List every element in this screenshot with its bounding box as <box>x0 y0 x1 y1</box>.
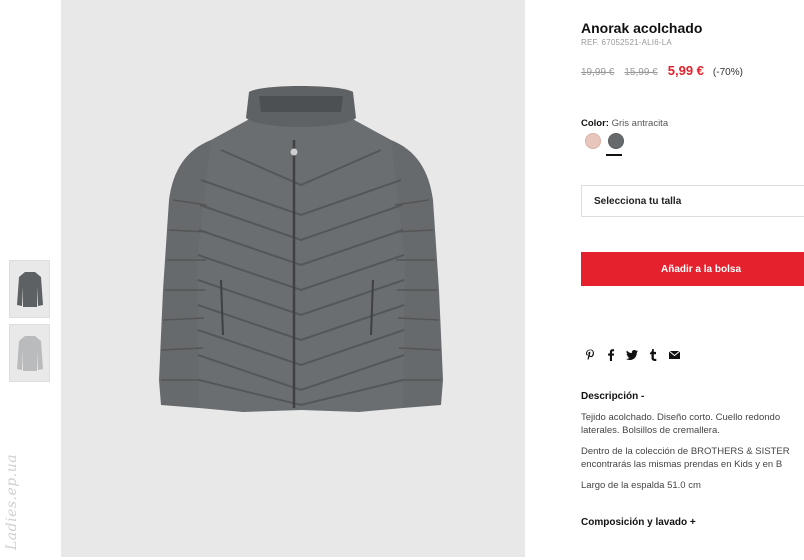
discount-badge: (-70%) <box>712 67 743 78</box>
color-value: Gris antracita <box>611 118 669 129</box>
description-line-4: encontrarás las mismas prendas en Kids y… <box>581 459 783 470</box>
product-ref: REF. 67052521-ALI6-LA <box>581 38 672 47</box>
tumblr-icon[interactable] <box>647 349 659 361</box>
thumbnail-light-jacket[interactable] <box>9 324 50 382</box>
selected-swatch-indicator <box>606 154 622 156</box>
description-line-3: Dentro de la colección de BROTHERS & SIS… <box>581 446 790 457</box>
current-price: 5,99 € <box>667 63 704 78</box>
size-select[interactable]: Selecciona tu talla <box>581 185 804 217</box>
product-image <box>61 0 525 557</box>
description-line-1: Tejido acolchado. Diseño corto. Cuello r… <box>581 412 781 423</box>
watermark: Ladies.ep.ua <box>4 453 20 550</box>
color-swatch-pink[interactable] <box>585 133 601 149</box>
color-label-row: Color: Gris antracita <box>581 118 668 129</box>
pinterest-icon[interactable] <box>584 349 596 361</box>
description-line-5: Largo de la espalda 51.0 cm <box>581 480 701 491</box>
description-title[interactable]: Descripción - <box>581 391 644 402</box>
add-to-bag-button[interactable]: Añadir a la bolsa <box>581 252 804 286</box>
twitter-icon[interactable] <box>626 349 638 361</box>
previous-price: 15,99 € <box>624 67 658 78</box>
mail-icon[interactable] <box>668 349 680 361</box>
thumbnail-list <box>9 260 50 388</box>
share-icons <box>584 349 680 361</box>
color-label: Color: <box>581 118 609 129</box>
facebook-icon[interactable] <box>605 349 617 361</box>
price-row: 19,99 € 15,99 € 5,99 € (-70%) <box>581 63 743 78</box>
thumbnail-dark-jacket[interactable] <box>9 260 50 318</box>
color-swatch-grey[interactable] <box>608 133 624 149</box>
product-title: Anorak acolchado <box>581 20 703 36</box>
description-line-2: laterales. Bolsillos de cremallera. <box>581 425 720 436</box>
composition-title[interactable]: Composición y lavado + <box>581 517 696 528</box>
original-price: 19,99 € <box>581 67 615 78</box>
